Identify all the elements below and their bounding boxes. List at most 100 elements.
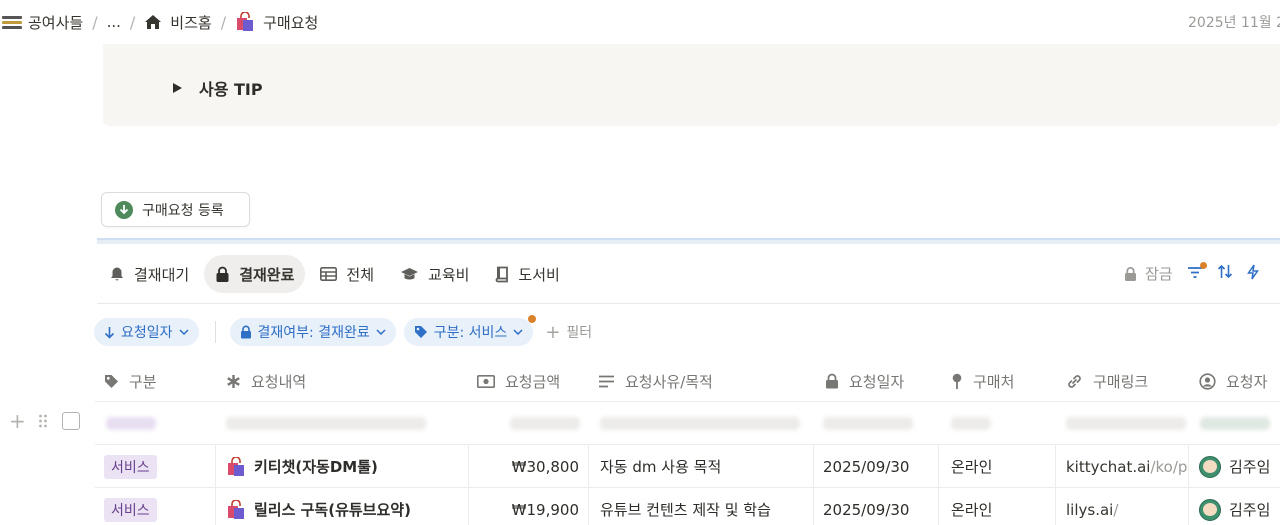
filter-bar: 요청일자 결재여부: 결재완료 구분: 서비스 + 필터 xyxy=(94,315,592,346)
category-filter-label: 구분: 서비스 xyxy=(433,325,508,341)
tab-approved[interactable]: 결재완료 xyxy=(204,255,306,293)
link-domain[interactable]: kittychat.ai xyxy=(1066,458,1150,476)
breadcrumb-home[interactable]: 비즈홈 xyxy=(170,12,211,33)
reason-value: 자동 dm 사용 목적 xyxy=(600,458,722,476)
lock-label: 잠금 xyxy=(1145,265,1173,283)
tab-all[interactable]: 전체 xyxy=(309,255,385,293)
table-header: 구분 요청내역 요청금액 요청사유/목적 요청일자 구매처 구매링크 요청자 xyxy=(95,362,1280,400)
amount-cell[interactable]: ₩30,800 xyxy=(468,445,579,488)
avatar xyxy=(1199,455,1221,478)
link-path[interactable]: /ko/pr xyxy=(1150,458,1188,476)
shopping-bag-icon xyxy=(237,12,254,31)
column-header-item[interactable]: 요청내역 xyxy=(226,362,306,400)
view-toolbar: 잠금 xyxy=(1124,261,1273,284)
breadcrumb-ellipsis[interactable]: ... xyxy=(107,13,121,31)
sort-pill[interactable]: 요청일자 xyxy=(94,318,199,346)
table-icon xyxy=(320,267,338,281)
pin-icon xyxy=(952,373,962,389)
reason-cell[interactable]: 유튜브 컨텐츠 제작 및 학습 xyxy=(600,488,771,525)
amount-value: ₩19,900 xyxy=(511,500,579,519)
column-header-reason[interactable]: 요청사유/목적 xyxy=(598,362,713,400)
column-header-requester[interactable]: 요청자 xyxy=(1199,362,1267,400)
lock-icon xyxy=(826,373,838,389)
requester-cell[interactable]: 김주임 xyxy=(1199,488,1270,525)
breadcrumb-current[interactable]: 구매요청 xyxy=(263,12,318,33)
column-header-vendor[interactable]: 구매처 xyxy=(951,362,1014,400)
tab-label: 전체 xyxy=(346,265,375,284)
tab-label: 도서비 xyxy=(518,265,560,284)
cell-divider xyxy=(813,445,814,488)
column-header-label: 요청일자 xyxy=(849,372,905,391)
vendor-cell[interactable]: 온라인 xyxy=(951,445,992,488)
reason-cell[interactable]: 자동 dm 사용 목적 xyxy=(600,445,721,488)
column-header-date[interactable]: 요청일자 xyxy=(825,362,904,400)
blurred-cell xyxy=(1200,417,1270,430)
arrow-down-icon xyxy=(104,326,115,339)
column-header-link[interactable]: 구매링크 xyxy=(1066,362,1148,400)
table-row-blurred xyxy=(95,401,1280,444)
tab-pending[interactable]: 결재대기 xyxy=(98,255,200,293)
vendor-cell[interactable]: 온라인 xyxy=(951,488,992,525)
cell-divider xyxy=(938,445,939,488)
graduation-cap-icon xyxy=(401,267,419,279)
column-header-label: 요청자 xyxy=(1226,372,1268,391)
lightning-icon xyxy=(1246,264,1259,279)
approval-filter-label: 결재여부: 결재완료 xyxy=(257,325,370,341)
approval-filter-pill[interactable]: 결재여부: 결재완료 xyxy=(229,318,396,346)
tab-books[interactable]: 도서비 xyxy=(484,255,570,293)
breadcrumb-workspace[interactable]: 공여사들 xyxy=(28,12,83,33)
lock-toggle[interactable]: 잠금 xyxy=(1124,263,1173,284)
register-request-button[interactable]: 구매요청 등록 xyxy=(101,192,250,227)
blurred-cell xyxy=(951,417,991,430)
asterisk-icon xyxy=(227,374,240,388)
add-row-icon[interactable]: + xyxy=(9,411,26,431)
toggle-triangle-icon xyxy=(173,83,182,93)
breadcrumb-separator: / xyxy=(92,12,98,32)
date-cell[interactable]: 2025/09/30 xyxy=(823,445,909,488)
user-circle-icon xyxy=(1199,372,1216,390)
drag-handle-icon[interactable] xyxy=(38,413,48,429)
usage-tip-toggle[interactable]: 사용 TIP xyxy=(173,76,263,100)
filter-button[interactable] xyxy=(1187,261,1207,283)
category-filter-pill[interactable]: 구분: 서비스 xyxy=(403,315,537,346)
table-row[interactable]: 서비스 키티챗(자동DM툴) ₩30,800 자동 dm 사용 목적 2025/… xyxy=(95,444,1280,488)
requester-cell[interactable]: 김주임 xyxy=(1199,445,1270,488)
text-lines-icon xyxy=(599,375,614,387)
blurred-cell xyxy=(1066,417,1186,430)
column-header-label: 구분 xyxy=(129,372,157,391)
cell-divider xyxy=(215,445,216,488)
active-filter-dot xyxy=(1199,261,1207,269)
modified-filter-dot xyxy=(528,315,537,323)
category-cell[interactable]: 서비스 xyxy=(104,445,157,488)
item-cell[interactable]: 릴리스 구독(유튜브요약) xyxy=(226,488,411,525)
vendor-value: 온라인 xyxy=(951,458,993,476)
add-filter-button[interactable]: + 필터 xyxy=(545,322,592,343)
breadcrumb-separator: / xyxy=(220,12,227,32)
link-domain[interactable]: lilys.ai xyxy=(1066,501,1113,519)
bell-icon xyxy=(111,267,123,281)
table-row[interactable]: 서비스 릴리스 구독(유튜브요약) ₩19,900 유튜브 컨텐츠 제작 및 학… xyxy=(95,487,1280,525)
lock-icon xyxy=(1125,266,1136,281)
row-select-checkbox[interactable] xyxy=(61,412,80,430)
category-cell[interactable]: 서비스 xyxy=(104,488,157,525)
amount-cell[interactable]: ₩19,900 xyxy=(468,488,579,525)
lock-icon xyxy=(216,266,229,282)
item-cell[interactable]: 키티챗(자동DM툴) xyxy=(226,445,378,488)
column-header-amount[interactable]: 요청금액 xyxy=(477,362,560,400)
cell-divider xyxy=(588,488,589,525)
column-header-category[interactable]: 구분 xyxy=(104,362,157,400)
date-value: 2025/09/30 xyxy=(823,457,910,476)
cell-divider xyxy=(1055,488,1056,525)
money-icon xyxy=(477,374,495,388)
tab-education[interactable]: 교육비 xyxy=(389,255,480,293)
automation-button[interactable] xyxy=(1246,264,1259,284)
link-cell[interactable]: lilys.ai / xyxy=(1066,488,1188,525)
sort-button[interactable] xyxy=(1217,264,1233,283)
blurred-cell xyxy=(823,417,913,430)
tag-icon xyxy=(414,326,427,338)
link-cell[interactable]: kittychat.ai/ko/pr xyxy=(1066,445,1188,488)
column-header-label: 요청내역 xyxy=(251,372,307,391)
date-cell[interactable]: 2025/09/30 xyxy=(823,488,909,525)
link-path[interactable]: / xyxy=(1113,501,1118,519)
plus-icon: + xyxy=(545,321,561,343)
